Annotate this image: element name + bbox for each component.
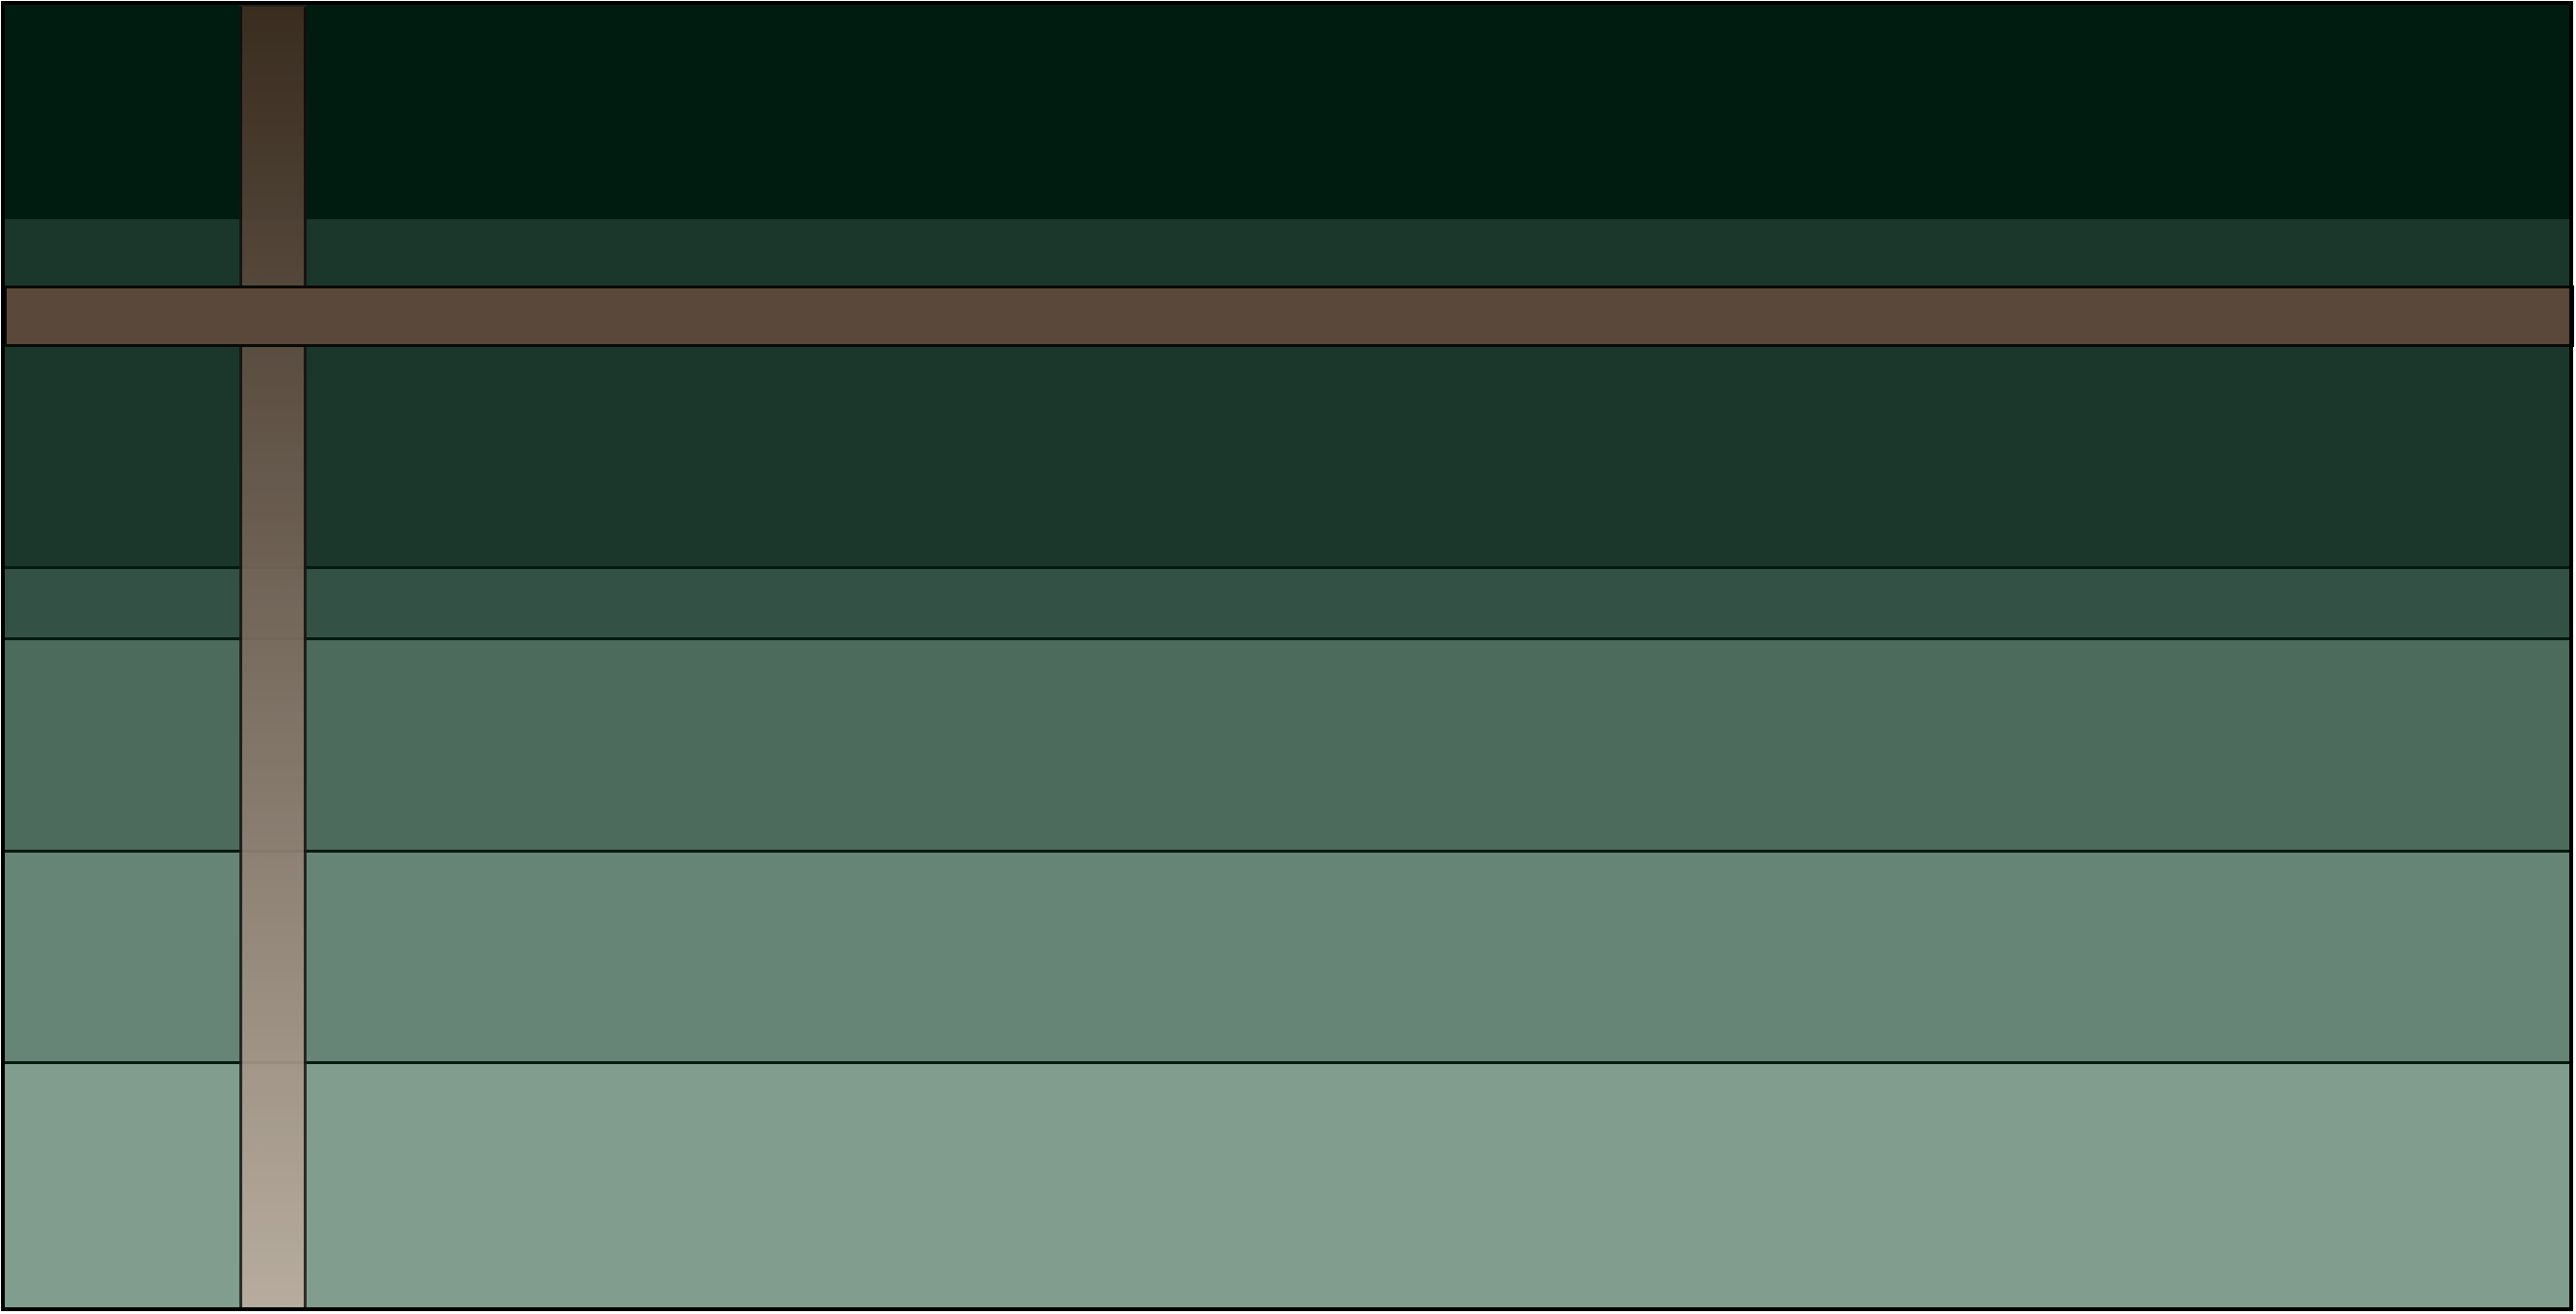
striped-composition [0, 0, 2576, 1314]
horizontal-bar [4, 285, 2574, 347]
color-band [4, 216, 2570, 567]
color-band [4, 3, 2570, 219]
color-band [4, 637, 2570, 853]
color-band [4, 1061, 2570, 1311]
color-band [4, 850, 2570, 1063]
vertical-bar [239, 4, 307, 1311]
